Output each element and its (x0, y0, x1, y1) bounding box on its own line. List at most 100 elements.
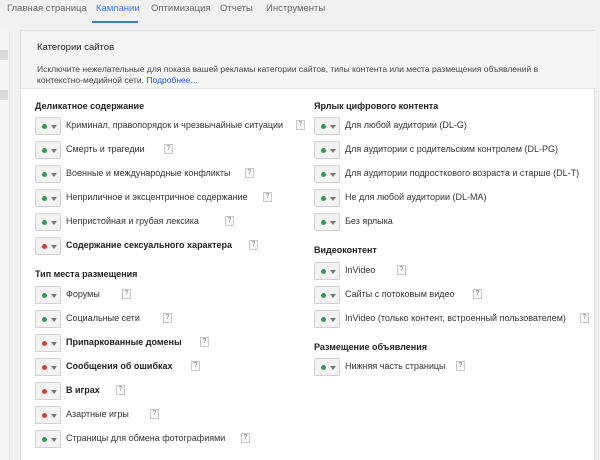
category-label: Страницы для обмена фотографиями (66, 433, 226, 443)
chevron-down-icon (51, 125, 57, 129)
chevron-down-icon (330, 125, 336, 129)
exclusion-toggle[interactable] (314, 358, 340, 376)
exclusion-toggle[interactable] (35, 382, 61, 400)
exclusion-toggle[interactable] (35, 310, 61, 328)
exclusion-toggle[interactable] (35, 334, 61, 352)
section-heading-video: Видеоконтент (314, 245, 377, 255)
top-navigation: Главная страница Кампании Оптимизация От… (0, 0, 600, 24)
section-heading-digital-label: Ярлык цифрового контента (314, 101, 439, 111)
category-label: Содержание сексуального характера (66, 240, 232, 250)
panel-header: Категории сайтов Исключите нежелательные… (21, 31, 596, 89)
chevron-down-icon (330, 366, 336, 370)
chevron-down-icon (51, 390, 57, 394)
exclusion-toggle[interactable] (35, 117, 61, 135)
allowed-status-icon (321, 196, 326, 201)
exclusion-toggle[interactable] (35, 237, 61, 255)
category-label: Не для любой аудитории (DL-MA) (345, 192, 487, 202)
category-label: Для аудитории с родительским контролем (… (345, 144, 558, 154)
section-heading-placement-type: Тип места размещения (35, 269, 138, 279)
chevron-down-icon (330, 294, 336, 298)
tab-campaigns[interactable]: Кампании (96, 3, 140, 14)
allowed-status-icon (321, 365, 326, 370)
tab-home[interactable]: Главная страница (7, 3, 87, 14)
help-icon[interactable]: ? (191, 361, 200, 371)
help-icon[interactable]: ? (122, 289, 131, 299)
allowed-status-icon (42, 437, 47, 442)
exclusion-toggle[interactable] (35, 430, 61, 448)
category-label: Смерть и трагедии (66, 144, 145, 154)
category-label: Для аудитории подросткового возраста и с… (345, 168, 580, 178)
exclusion-toggle[interactable] (35, 213, 61, 231)
category-label: Криминал, правопорядок и чрезвычайные си… (66, 120, 284, 130)
category-label: InVideo (только контент, встроенный поль… (345, 313, 566, 323)
sidebar-handle (0, 50, 8, 60)
chevron-down-icon (330, 149, 336, 153)
sidebar-handle (0, 90, 8, 100)
chevron-down-icon (51, 366, 57, 370)
exclusion-toggle[interactable] (314, 286, 340, 304)
help-icon[interactable]: ? (249, 240, 258, 250)
exclusion-toggle[interactable] (35, 286, 61, 304)
section-heading-ad-placement: Размещение объявления (314, 342, 427, 352)
help-icon[interactable]: ? (116, 385, 125, 395)
tab-tools[interactable]: Инструменты (266, 3, 325, 14)
help-icon[interactable]: ? (473, 289, 482, 299)
allowed-status-icon (321, 317, 326, 322)
help-icon[interactable]: ? (456, 361, 465, 371)
exclusion-toggle[interactable] (314, 189, 340, 207)
help-icon[interactable]: ? (241, 433, 250, 443)
category-label: InVideo (345, 265, 376, 275)
help-icon[interactable]: ? (200, 337, 209, 347)
allowed-status-icon (321, 172, 326, 177)
tab-reports[interactable]: Отчеты (220, 3, 253, 14)
category-label: Сообщения об ошибках (66, 361, 173, 371)
chevron-down-icon (51, 414, 57, 418)
help-icon[interactable]: ? (580, 313, 589, 323)
category-label: Для любой аудитории (DL-G) (345, 120, 467, 130)
chevron-down-icon (51, 221, 57, 225)
panel-title: Категории сайтов (37, 42, 115, 53)
learn-more-link[interactable]: Подробнее... (146, 75, 197, 85)
category-label: Социальные сети (66, 313, 140, 323)
excluded-status-icon (42, 365, 47, 370)
category-label: Форумы (66, 289, 100, 299)
tab-optimization[interactable]: Оптимизация (151, 3, 211, 14)
category-label: В играх (66, 385, 100, 395)
help-icon[interactable]: ? (164, 144, 173, 154)
chevron-down-icon (51, 245, 57, 249)
help-icon[interactable]: ? (163, 313, 172, 323)
help-icon[interactable]: ? (263, 192, 272, 202)
allowed-status-icon (42, 148, 47, 153)
help-icon[interactable]: ? (397, 265, 406, 275)
category-label: Непристойная и грубая лексика (66, 216, 199, 226)
left-sidebar[interactable] (0, 30, 10, 460)
exclusion-toggle[interactable] (35, 406, 61, 424)
help-icon[interactable]: ? (245, 168, 254, 178)
help-icon[interactable]: ? (296, 120, 305, 130)
excluded-status-icon (42, 389, 47, 394)
panel-description: Исключите нежелательные для показа вашей… (37, 64, 557, 86)
allowed-status-icon (321, 293, 326, 298)
chevron-down-icon (330, 173, 336, 177)
exclusion-toggle[interactable] (35, 165, 61, 183)
chevron-down-icon (330, 221, 336, 225)
chevron-down-icon (330, 197, 336, 201)
section-heading-sensitive: Деликатное содержание (35, 101, 145, 111)
exclusion-toggle[interactable] (314, 213, 340, 231)
chevron-down-icon (51, 342, 57, 346)
help-icon[interactable]: ? (225, 216, 234, 226)
chevron-down-icon (51, 197, 57, 201)
exclusion-toggle[interactable] (314, 262, 340, 280)
exclusion-toggle[interactable] (314, 310, 340, 328)
exclusion-toggle[interactable] (314, 117, 340, 135)
help-icon[interactable]: ? (150, 409, 159, 419)
exclusion-toggle[interactable] (35, 141, 61, 159)
chevron-down-icon (51, 438, 57, 442)
exclusion-toggle[interactable] (35, 189, 61, 207)
exclusion-toggle[interactable] (35, 358, 61, 376)
exclusion-toggle[interactable] (314, 165, 340, 183)
excluded-status-icon (42, 244, 47, 249)
category-label: Припаркованные домены (66, 337, 182, 347)
exclusion-toggle[interactable] (314, 141, 340, 159)
category-label: Без ярлыка (345, 216, 393, 226)
